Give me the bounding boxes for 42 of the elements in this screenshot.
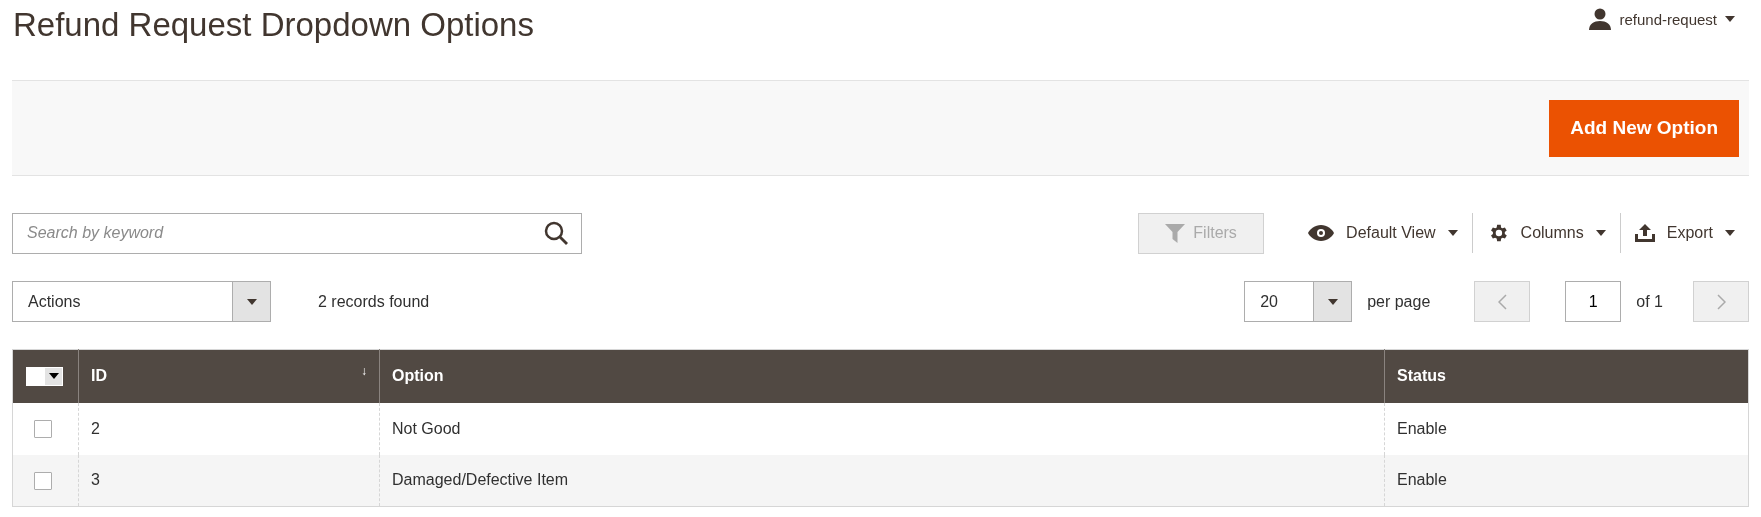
caret-icon	[1725, 16, 1735, 22]
export-dropdown[interactable]: Export	[1620, 213, 1749, 253]
next-page-button[interactable]	[1693, 281, 1749, 322]
page-title: Refund Request Dropdown Options	[13, 6, 534, 44]
view-switcher[interactable]: Default View	[1294, 213, 1472, 253]
caret-icon	[1595, 230, 1606, 236]
column-header[interactable]: Status	[1384, 349, 1749, 403]
search-icon[interactable]	[544, 220, 568, 245]
table-cell: Enable	[1384, 402, 1749, 455]
table-cell: Not Good	[379, 402, 1385, 455]
columns-dropdown[interactable]: Columns	[1472, 213, 1620, 253]
actions-select[interactable]: Actions	[12, 281, 271, 322]
previous-page-button[interactable]	[1474, 281, 1531, 322]
user-menu[interactable]: refund-request	[1589, 8, 1735, 30]
search-field[interactable]: Search by keyword	[12, 212, 582, 254]
table-cell: Enable	[1384, 454, 1749, 507]
mass-select-dropdown[interactable]	[26, 366, 63, 386]
caret-icon	[48, 373, 59, 380]
sort-arrow: ↓	[361, 364, 367, 378]
upload-icon	[1634, 224, 1655, 242]
page-number-field[interactable]: 1	[1565, 281, 1622, 322]
filter-icon	[1165, 223, 1186, 243]
caret-icon	[1327, 298, 1338, 305]
row-checkbox[interactable]	[34, 419, 52, 438]
add-new-option-button[interactable]: Add New Option	[1549, 99, 1739, 157]
table-cell: 3	[78, 454, 380, 507]
page-total: of 1	[1636, 292, 1663, 311]
chevron-right-icon	[1716, 293, 1726, 310]
user-icon	[1589, 8, 1612, 30]
records-count: 2 records found	[318, 292, 430, 311]
caret-icon	[1447, 230, 1458, 236]
eye-icon	[1308, 225, 1335, 241]
per-page-select[interactable]: 20	[1244, 281, 1353, 322]
chevron-left-icon	[1497, 293, 1507, 310]
per-page-label: per page	[1367, 292, 1431, 311]
row-checkbox[interactable]	[34, 471, 52, 490]
table-cell: 2	[78, 402, 380, 455]
table-cell: Damaged/Defective Item	[379, 454, 1385, 507]
column-header[interactable]: ID ↓	[78, 349, 380, 403]
column-header[interactable]: Option	[379, 349, 1385, 403]
caret-icon	[1725, 230, 1735, 236]
caret-icon	[246, 298, 257, 305]
